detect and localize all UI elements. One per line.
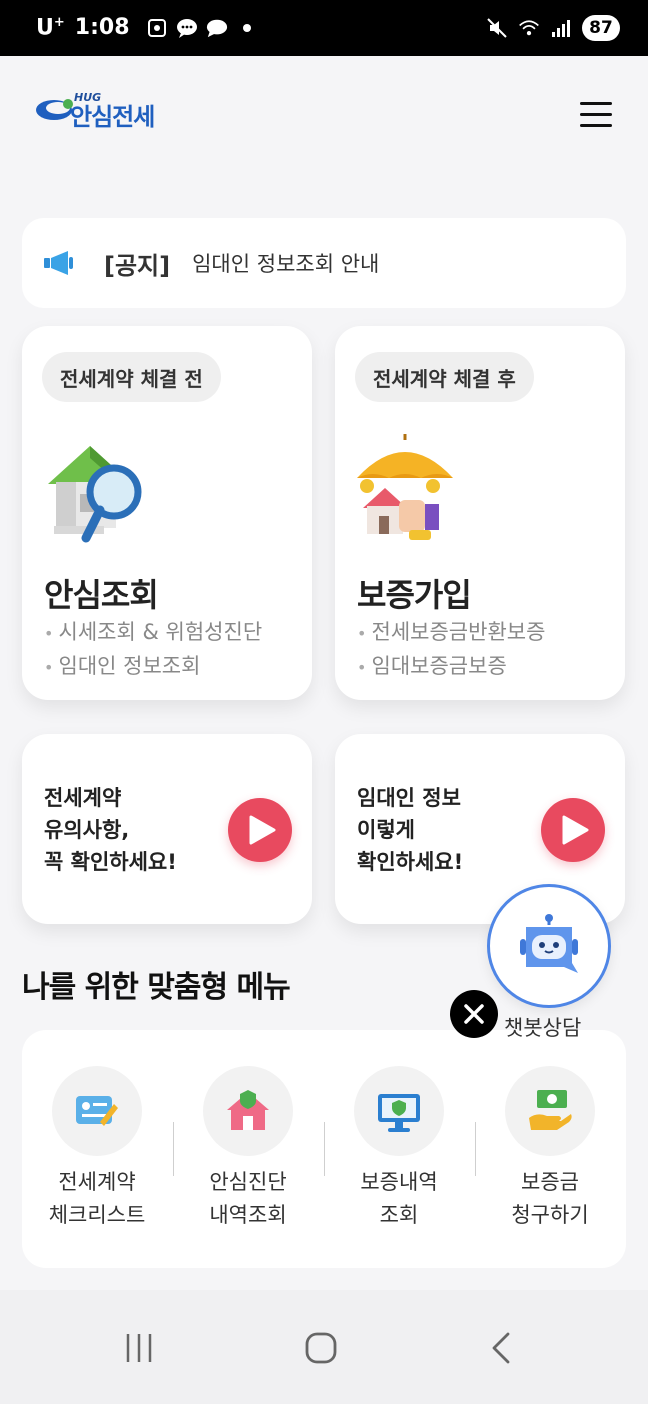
status-right: 87 bbox=[486, 15, 620, 41]
play-icon bbox=[562, 815, 589, 845]
hamburger-menu-icon[interactable] bbox=[580, 100, 614, 130]
logo-text: HUG 안심전세 bbox=[70, 91, 155, 131]
notice-banner[interactable]: [공지] 임대인 정보조회 안내 bbox=[22, 218, 626, 308]
house-magnifier-icon bbox=[40, 434, 152, 546]
money-hand-icon bbox=[505, 1066, 595, 1156]
card-title-guarantee: 보증가입 bbox=[357, 576, 472, 614]
hug-logo[interactable]: HUG 안심전세 bbox=[34, 91, 155, 131]
checklist-card-icon bbox=[52, 1066, 142, 1156]
menu-item-claim[interactable]: 보증금 청구하기 bbox=[475, 1066, 625, 1236]
shield-house-icon bbox=[203, 1066, 293, 1156]
logo-mark-icon bbox=[34, 96, 78, 126]
carrier-sup: + bbox=[53, 15, 65, 31]
notice-text: 임대인 정보조회 안내 bbox=[192, 252, 380, 276]
menu-label: 보증내역 조회 bbox=[360, 1170, 438, 1227]
play-button[interactable] bbox=[228, 798, 292, 862]
card-bullets-guarantee: 전세보증금반환보증 임대보증금보증 bbox=[357, 616, 546, 684]
chatbot-label: 챗봇상담 bbox=[504, 1016, 582, 1040]
logo-hug: HUG bbox=[74, 91, 102, 104]
bullet-item: 시세조회 & 위험성진단 bbox=[44, 616, 263, 650]
menu-label: 보증금 청구하기 bbox=[511, 1170, 589, 1227]
back-icon[interactable] bbox=[480, 1330, 530, 1370]
signal-icon bbox=[550, 17, 572, 39]
menu-label: 전세계약 체크리스트 bbox=[48, 1170, 146, 1227]
custom-menu-panel: 전세계약 체크리스트 안심진단 내역조회 보증내역 조회 보증금 청구하기 bbox=[22, 1030, 626, 1268]
menu-item-diagnosis-history[interactable]: 안심진단 내역조회 bbox=[173, 1066, 323, 1236]
card-pill-before: 전세계약 체결 전 bbox=[42, 352, 221, 402]
status-left: U+ 1:08 bbox=[36, 15, 258, 41]
battery-indicator: 87 bbox=[582, 15, 620, 41]
bullet-item: 전세보증금반환보증 bbox=[357, 616, 546, 650]
mute-icon bbox=[486, 17, 508, 39]
play-icon bbox=[249, 815, 276, 845]
wifi-icon bbox=[518, 17, 540, 39]
card-bullets-safe-inquiry: 시세조회 & 위험성진단 임대인 정보조회 bbox=[44, 616, 263, 684]
megaphone-icon bbox=[42, 248, 76, 278]
chatbot-button[interactable] bbox=[487, 884, 611, 1008]
carrier-label: U+ bbox=[36, 15, 65, 40]
card-title-safe-inquiry: 안심조회 bbox=[44, 576, 159, 614]
chat-bubble-icon bbox=[176, 17, 198, 39]
umbrella-house-icon bbox=[353, 434, 465, 546]
recent-apps-icon[interactable] bbox=[114, 1330, 164, 1370]
section-title-custom-menu: 나를 위한 맞춤형 메뉴 bbox=[22, 970, 291, 1005]
status-time: 1:08 bbox=[74, 15, 130, 41]
close-icon bbox=[464, 1004, 484, 1024]
video-card-contract-notes[interactable]: 전세계약 유의사항, 꼭 확인하세요! bbox=[22, 734, 312, 924]
dot-icon bbox=[236, 17, 258, 39]
menu-item-guarantee-history[interactable]: 보증내역 조회 bbox=[324, 1066, 474, 1236]
status-bar: U+ 1:08 87 bbox=[0, 0, 648, 56]
menu-item-checklist[interactable]: 전세계약 체크리스트 bbox=[22, 1066, 172, 1236]
robot-icon bbox=[520, 914, 578, 973]
logo-name: 안심전세 bbox=[70, 103, 155, 131]
bullet-item: 임대인 정보조회 bbox=[44, 650, 262, 684]
monitor-shield-icon bbox=[354, 1066, 444, 1156]
app-header: HUG 안심전세 bbox=[0, 56, 648, 176]
screenshot-icon bbox=[146, 17, 168, 39]
chatbot-close-button[interactable] bbox=[450, 990, 498, 1038]
card-safe-inquiry[interactable]: 전세계약 체결 전 안심조회 시세조회 & 위험성진단 임대인 정보조회 bbox=[22, 326, 312, 700]
menu-label: 안심진단 내역조회 bbox=[209, 1170, 287, 1227]
card-guarantee-signup[interactable]: 전세계약 체결 후 보증가입 전세보증금반환보증 임대보증금보증 bbox=[335, 326, 625, 700]
notification-icons bbox=[146, 17, 258, 39]
home-icon[interactable] bbox=[296, 1330, 346, 1370]
video-text: 전세계약 유의사항, 꼭 확인하세요! bbox=[44, 786, 177, 874]
talk-bubble-icon bbox=[206, 17, 228, 39]
play-button[interactable] bbox=[541, 798, 605, 862]
system-nav-bar bbox=[0, 1290, 648, 1404]
bullet-item: 임대보증금보증 bbox=[357, 650, 545, 684]
card-pill-after: 전세계약 체결 후 bbox=[355, 352, 534, 402]
carrier-text: U bbox=[36, 15, 54, 41]
notice-tag: [공지] bbox=[104, 251, 171, 280]
video-text: 임대인 정보 이렇게 확인하세요! bbox=[357, 786, 464, 874]
